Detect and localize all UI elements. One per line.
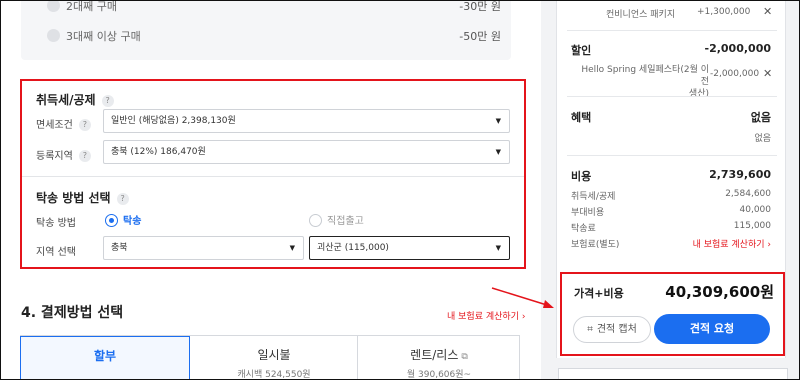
radio-selected-icon[interactable]: [105, 214, 118, 227]
radio-icon[interactable]: [47, 29, 60, 42]
cost-item-label: 탁송료: [571, 224, 596, 234]
acquisition-delivery-highlight: 취득세/공제? 면세조건? 일반인 (해당없음) 2,398,130원 ▼ 등록…: [20, 79, 526, 269]
cost-title: 비용: [571, 170, 592, 183]
acquisition-title: 취득세/공제?: [36, 91, 114, 108]
crop-icon: ⌗: [587, 324, 593, 335]
benefit-title: 혜택: [571, 111, 592, 124]
help-icon[interactable]: ?: [78, 119, 91, 131]
cost-item-label: 취득세/공제: [571, 192, 616, 202]
option-label: 3대째 이상 구매: [66, 30, 141, 43]
exemption-label: 면세조건?: [36, 116, 91, 131]
discount-title: 할인: [571, 44, 592, 57]
cost-item-label: 보험료(별도): [571, 240, 620, 250]
option-value: -30만 원: [459, 0, 501, 13]
benefit-sub: 없음: [754, 134, 771, 144]
price-value: 40,309,600원: [665, 283, 774, 301]
caret-down-icon: ▼: [289, 244, 295, 252]
external-link-icon: ⧉: [461, 352, 468, 362]
benefit-value: 없음: [750, 111, 771, 124]
close-icon[interactable]: ✕: [763, 67, 772, 80]
cost-total: 2,739,600: [709, 168, 771, 181]
cost-item-value: 40,000: [739, 205, 772, 215]
section-divider: [22, 176, 524, 177]
options-panel: 2대째 구매 -30만 원 3대째 이상 구매 -50만 원 취득세/공제? 면…: [0, 0, 541, 380]
region-select[interactable]: 충북 (12%) 186,470원 ▼: [103, 140, 510, 164]
divider: [567, 96, 777, 97]
capture-button[interactable]: ⌗ 견적 캡처: [573, 316, 651, 343]
delivery-title: 탁송 방법 선택?: [36, 189, 129, 206]
divider: [567, 155, 777, 156]
help-icon[interactable]: ?: [78, 150, 91, 162]
insurance-calc-link[interactable]: 내 보험료 계산하기 ›: [693, 237, 771, 250]
discount-item-value: -2,000,000: [710, 69, 760, 79]
tab-installment[interactable]: 할부: [20, 336, 190, 380]
next-card-edge: [558, 368, 788, 380]
annotation-arrow-icon: [491, 287, 554, 308]
option-row-3rd[interactable]: 3대째 이상 구매: [47, 28, 141, 44]
tab-lump-sum[interactable]: 일시불 캐시백 524,550원: [191, 336, 357, 380]
package-label: 컨비니언스 패키지: [606, 10, 676, 20]
caret-down-icon: ▼: [495, 117, 501, 125]
exemption-select[interactable]: 일반인 (해당없음) 2,398,130원 ▼: [103, 109, 510, 133]
option-label: 2대째 구매: [66, 0, 117, 13]
region-label: 등록지역?: [36, 147, 91, 162]
area-label: 지역 선택: [36, 247, 76, 258]
option-row-2nd[interactable]: 2대째 구매: [47, 0, 117, 14]
radio-delivery[interactable]: 탁송: [105, 212, 141, 227]
caret-down-icon: ▼: [495, 148, 501, 156]
divider: [567, 30, 777, 31]
caret-down-icon: ▼: [495, 244, 501, 252]
district-select[interactable]: 괴산군 (115,000) ▼: [309, 236, 510, 260]
discount-total: -2,000,000: [704, 42, 772, 55]
cost-item-label: 부대비용: [571, 208, 605, 218]
radio-pickup[interactable]: 직접출고: [309, 212, 364, 227]
delivery-method-label: 탁송 방법: [36, 218, 76, 229]
price-label: 가격+비용: [574, 287, 624, 300]
tab-rent-lease[interactable]: 렌트/리스 ⧉ 월 390,606원~: [358, 336, 520, 380]
help-icon[interactable]: ?: [101, 95, 114, 107]
payment-title: 4. 결제방법 선택: [21, 305, 124, 321]
previous-options-card: 2대째 구매 -30만 원 3대째 이상 구매 -50만 원: [21, 0, 511, 60]
quote-request-button[interactable]: 견적 요청: [654, 314, 770, 344]
cost-item-value: 2,584,600: [725, 189, 771, 199]
package-value: +1,300,000: [697, 7, 751, 17]
close-icon[interactable]: ✕: [763, 5, 772, 18]
radio-icon[interactable]: [309, 214, 322, 227]
province-select[interactable]: 충북 ▼: [103, 236, 304, 260]
help-icon[interactable]: ?: [116, 193, 129, 205]
cost-item-value: 115,000: [733, 221, 771, 231]
discount-item: Hello Spring 세일페스타(2월 이전 생산): [581, 65, 709, 99]
radio-icon[interactable]: [47, 0, 60, 12]
payment-tabs: 할부 일시불 캐시백 524,550원 렌트/리스 ⧉ 월 390,606원~: [20, 335, 520, 380]
option-value: -50만 원: [459, 30, 501, 43]
